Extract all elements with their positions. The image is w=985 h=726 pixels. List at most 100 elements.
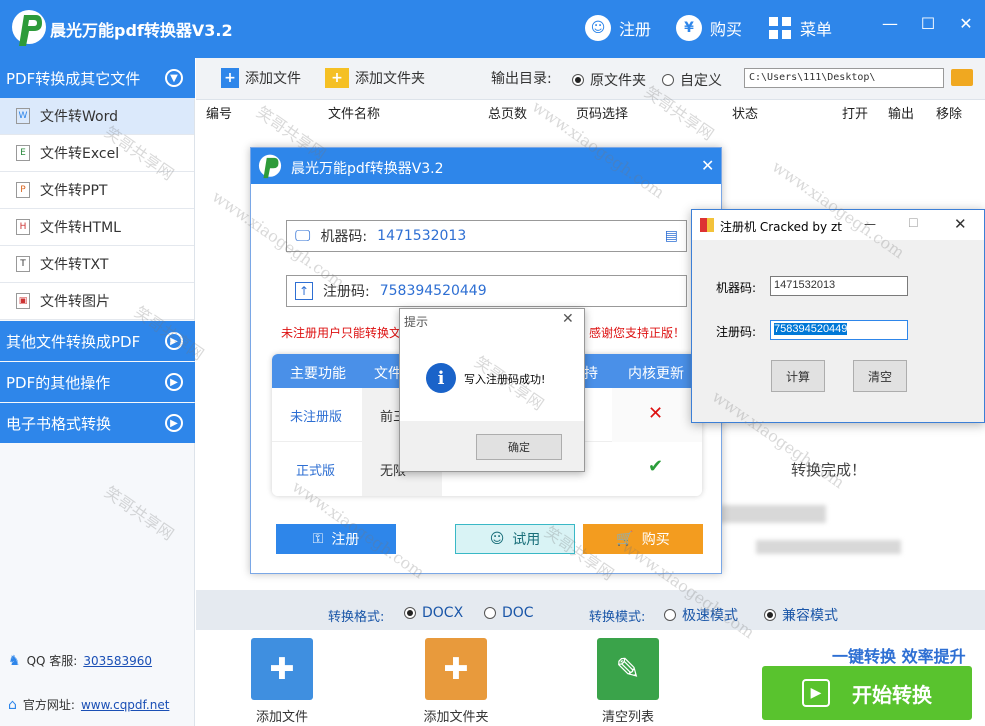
big-add-file-button[interactable]: ✚ 添加文件 — [222, 638, 342, 725]
start-convert-button[interactable]: ▶ 开始转换 — [762, 666, 972, 720]
sidebar-item-label: 文件转HTML — [40, 220, 121, 236]
radio-dot — [572, 74, 584, 86]
radio-label: DOC — [502, 605, 534, 621]
broom-icon: ✎ — [597, 638, 659, 700]
play-icon: ▶ — [802, 679, 830, 707]
add-file-button[interactable]: + 添加文件 — [221, 68, 301, 88]
browse-folder-icon[interactable] — [951, 69, 973, 86]
ok-button[interactable]: 确定 — [476, 434, 562, 460]
col-remove: 移除 — [936, 107, 963, 122]
radio-docx[interactable]: DOCX — [404, 605, 463, 621]
radio-dot — [404, 607, 416, 619]
format-label: 转换格式: — [328, 610, 385, 625]
big-add-folder-label: 添加文件夹 — [423, 710, 489, 725]
dialog-trial-button[interactable]: ☺ 试用 — [455, 524, 575, 554]
sidebar-item-label: 文件转Word — [40, 109, 118, 125]
radio-label: DOCX — [422, 605, 464, 621]
output-dir-label: 输出目录: — [491, 71, 552, 87]
warning-text-right: 感谢您支持正版！ — [589, 326, 686, 340]
dialog-buy-button[interactable]: 🛒 购买 — [583, 524, 703, 554]
sidebar-item-to-ppt[interactable]: P 文件转PPT — [0, 172, 194, 209]
col-filename: 文件名称 — [328, 107, 381, 122]
sidebar-item-to-excel[interactable]: E 文件转Excel — [0, 135, 194, 172]
register-button[interactable]: ☺ 注册 — [585, 14, 651, 42]
sidebar-item-to-txt[interactable]: T 文件转TXT — [0, 246, 194, 283]
register-code-field[interactable]: ↑ 注册码: 758394520449 — [286, 275, 687, 307]
minimize-icon[interactable]: — — [864, 217, 876, 231]
big-add-file-label: 添加文件 — [255, 710, 308, 725]
status-done: 转换完成！ — [791, 461, 867, 479]
sidebar-group-pdf-to-other[interactable]: PDF转换成其它文件 ▼ — [0, 58, 195, 98]
sidebar-group-ebook[interactable]: 电子书格式转换 ▶ — [0, 403, 195, 443]
maximize-icon: ☐ — [908, 216, 919, 230]
group-label: PDF转换成其它文件 — [6, 69, 141, 88]
chevron-right-icon: ▶ — [165, 373, 183, 391]
add-folder-icon: + — [325, 68, 349, 88]
radio-doc[interactable]: DOC — [484, 605, 534, 621]
minimize-icon[interactable]: — — [880, 14, 900, 33]
radio-source-folder[interactable]: 原文件夹 — [572, 70, 646, 90]
machine-code-field[interactable]: 🖵 机器码: 1471532013 ▤ — [286, 220, 687, 252]
copy-icon[interactable]: ▤ — [665, 228, 678, 244]
mode-label: 转换模式: — [589, 610, 646, 625]
sidebar-item-label: 文件转Excel — [40, 146, 120, 162]
cross-icon: ✕ — [648, 403, 664, 424]
output-path-input[interactable]: C:\Users\111\Desktop\ — [744, 68, 944, 88]
qq-link[interactable]: 303583960 — [83, 654, 152, 668]
message-box-title: 提示 — [404, 315, 429, 329]
keygen-window: 注册机 Cracked by zt — ☐ ✕ 机器码: 1471532013 … — [691, 209, 985, 423]
chevron-right-icon: ▶ — [165, 414, 183, 432]
buy-label: 购买 — [710, 20, 743, 39]
col-pages: 总页数 — [488, 107, 528, 122]
start-label: 开始转换 — [852, 682, 932, 707]
close-icon[interactable]: ✕ — [701, 156, 714, 175]
monitor-icon: 🖵 — [295, 226, 311, 245]
btn-label: 购买 — [641, 532, 670, 548]
radio-dot — [484, 607, 496, 619]
clear-list-button[interactable]: ✎ 清空列表 — [568, 638, 688, 725]
close-icon[interactable]: ✕ — [562, 311, 574, 327]
radio-compat-mode[interactable]: 兼容模式 — [764, 605, 838, 625]
keygen-calc-button[interactable]: 计算 — [771, 360, 825, 392]
app-logo-icon — [258, 154, 282, 179]
radio-label: 原文件夹 — [590, 73, 646, 89]
add-document-icon: ✚ — [251, 638, 313, 700]
message-text: 写入注册码成功! — [464, 373, 546, 386]
html-file-icon: H — [16, 219, 30, 235]
dialog-register-button[interactable]: ⚿ 注册 — [276, 524, 396, 554]
maximize-icon[interactable]: ☐ — [918, 14, 938, 33]
sidebar-item-to-html[interactable]: H 文件转HTML — [0, 209, 194, 246]
add-folder-button[interactable]: + 添加文件夹 — [325, 68, 425, 88]
keygen-machine-label: 机器码: — [716, 281, 757, 295]
radio-fast-mode[interactable]: 极速模式 — [664, 605, 738, 625]
cart-icon: 🛒 — [616, 531, 634, 547]
register-dialog-titlebar: 晨光万能pdf转换器V3.2 ✕ — [251, 148, 721, 184]
sidebar-item-to-image[interactable]: ▣ 文件转图片 — [0, 283, 194, 320]
keygen-title: 注册机 Cracked by zt — [720, 220, 842, 234]
grid-menu-icon — [769, 17, 791, 39]
radio-dot — [764, 609, 776, 621]
sidebar-group-pdf-other-ops[interactable]: PDF的其他操作 ▶ — [0, 362, 195, 402]
buy-button[interactable]: ¥ 购买 — [676, 14, 742, 42]
upload-icon: ↑ — [295, 282, 313, 300]
keygen-clear-button[interactable]: 清空 — [853, 360, 907, 392]
big-add-folder-button[interactable]: ✚ 添加文件夹 — [396, 638, 516, 725]
keygen-app-icon — [700, 218, 714, 232]
col-open: 打开 — [842, 107, 869, 122]
blurred-block — [716, 505, 826, 523]
register-code-value: 758394520449 — [379, 283, 487, 299]
sidebar-group-other-to-pdf[interactable]: 其他文件转换成PDF ▶ — [0, 321, 195, 361]
close-icon[interactable]: ✕ — [956, 14, 976, 33]
radio-dot — [662, 74, 674, 86]
yen-icon: ¥ — [676, 15, 702, 41]
message-box-body: i 写入注册码成功! — [400, 333, 584, 421]
radio-custom-folder[interactable]: 自定义 — [662, 70, 722, 90]
home-icon: ⌂ — [8, 696, 17, 713]
menu-button[interactable]: 菜单 — [768, 14, 832, 42]
site-link[interactable]: www.cqpdf.net — [81, 698, 169, 712]
close-icon[interactable]: ✕ — [954, 215, 967, 233]
keygen-code-input[interactable]: 758394520449 — [770, 320, 908, 340]
keygen-machine-input[interactable]: 1471532013 — [770, 276, 908, 296]
machine-code-value: 1471532013 — [377, 228, 467, 244]
sidebar-item-to-word[interactable]: W 文件转Word — [0, 98, 194, 135]
